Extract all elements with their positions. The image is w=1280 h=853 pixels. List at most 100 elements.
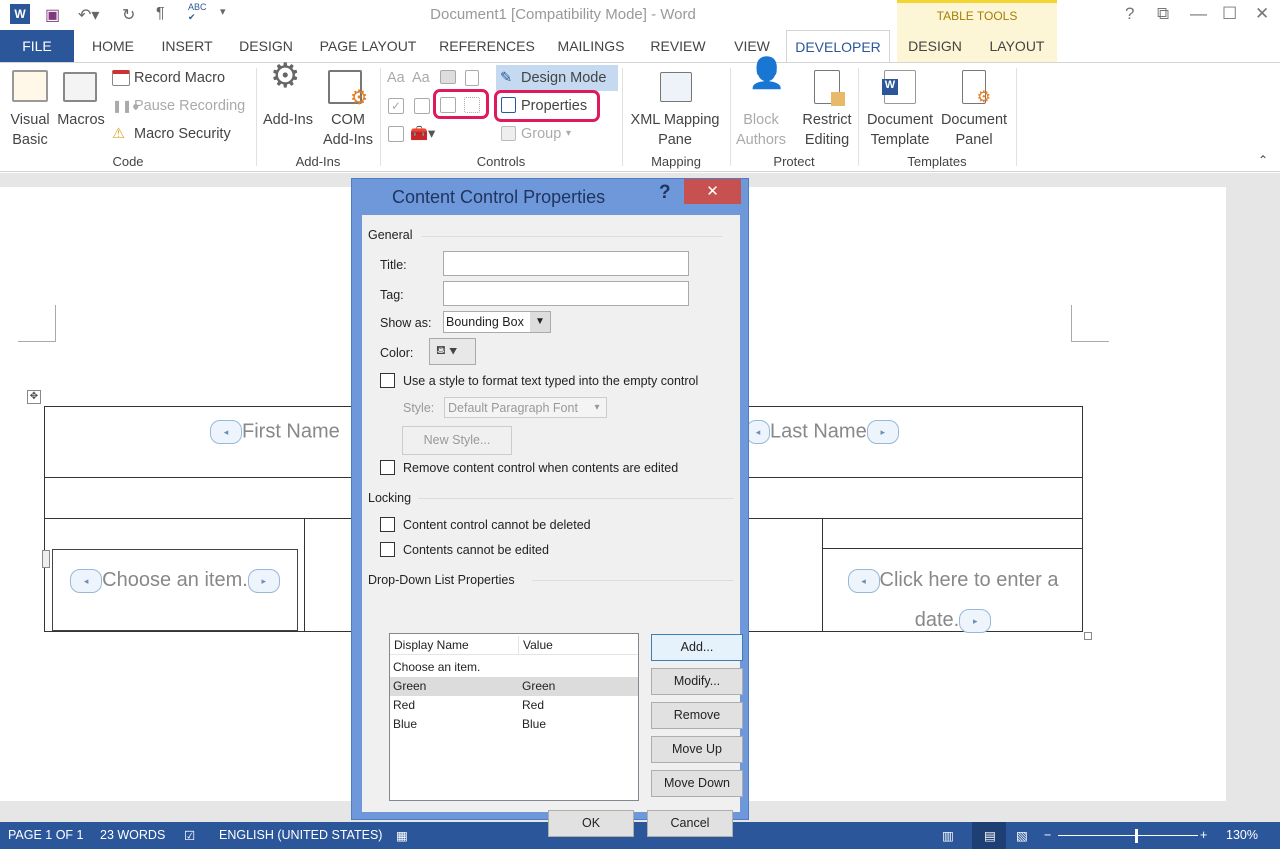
group-button: Group <box>521 126 562 142</box>
dropdown-list-control-icon[interactable] <box>440 97 456 113</box>
date-content-control[interactable]: ◂ Click here to enter a date. ▸ <box>830 560 1076 640</box>
document-panel-icon: ⚙ <box>962 70 991 106</box>
macros-button[interactable]: Macros <box>56 110 106 130</box>
display-name: Choose an item. <box>393 660 481 674</box>
document-template-icon: W <box>882 70 916 104</box>
macro-security-button[interactable]: Macro Security <box>134 124 231 144</box>
properties-icon <box>501 97 516 113</box>
picture-control-icon[interactable] <box>440 70 456 84</box>
column-value[interactable]: Value <box>518 636 553 655</box>
tab-mailings[interactable]: MAILINGS <box>548 30 634 62</box>
combo-box-control-icon[interactable] <box>414 98 430 114</box>
tab-table-layout[interactable]: LAYOUT <box>980 30 1054 62</box>
table-resize-handle[interactable] <box>1084 632 1092 640</box>
tag-input[interactable] <box>443 281 689 306</box>
add-ins-button[interactable]: Add-Ins <box>260 110 316 130</box>
zoom-out-icon[interactable]: − <box>1044 828 1051 842</box>
separator <box>1016 68 1017 166</box>
restrict-editing-button[interactable]: Restrict Editing <box>798 110 856 150</box>
list-item[interactable]: Red Red <box>390 696 638 715</box>
page-count[interactable]: PAGE 1 OF 1 <box>8 828 84 842</box>
move-up-button[interactable]: Move Up <box>651 736 743 763</box>
show-as-select[interactable]: Bounding Box ▼ <box>443 311 551 333</box>
proofing-icon[interactable]: ☑ <box>184 828 195 843</box>
close-icon[interactable]: ✕ <box>1255 4 1269 24</box>
table-move-handle-icon[interactable]: ✥ <box>27 390 41 404</box>
move-down-button[interactable]: Move Down <box>651 770 743 797</box>
color-picker-button[interactable]: ⛾ ▾ <box>429 338 476 365</box>
maximize-icon[interactable]: ☐ <box>1222 4 1237 24</box>
document-template-button[interactable]: Document Template <box>862 110 938 150</box>
language[interactable]: ENGLISH (UNITED STATES) <box>219 828 382 842</box>
zoom-slider-thumb[interactable] <box>1135 829 1138 843</box>
remove-button[interactable]: Remove <box>651 702 743 729</box>
tab-page-layout[interactable]: PAGE LAYOUT <box>310 30 426 62</box>
dropdown-list[interactable]: Display Name Value Choose an item. Green G… <box>389 633 639 801</box>
title-input[interactable] <box>443 251 689 276</box>
macro-recording-icon[interactable]: ▦ <box>396 828 408 843</box>
last-name-control[interactable]: ◂ Last Name ▸ <box>746 420 899 444</box>
show-as-label: Show as: <box>380 316 432 330</box>
tab-references[interactable]: REFERENCES <box>434 30 540 62</box>
cannot-edit-label: Contents cannot be edited <box>403 543 549 557</box>
help-icon[interactable]: ? <box>659 182 671 204</box>
properties-button[interactable]: Properties <box>521 96 587 116</box>
zoom-slider[interactable] <box>1058 835 1198 836</box>
print-layout-icon[interactable]: ▤ <box>984 828 996 843</box>
tab-insert[interactable]: INSERT <box>152 30 222 62</box>
use-style-checkbox[interactable] <box>380 373 395 388</box>
content-control-handle[interactable] <box>42 550 50 568</box>
cannot-delete-checkbox[interactable] <box>380 517 395 532</box>
web-layout-icon[interactable]: ▧ <box>1016 828 1028 843</box>
cannot-edit-checkbox[interactable] <box>380 542 395 557</box>
remove-cc-checkbox[interactable] <box>380 460 395 475</box>
checkbox-control-icon[interactable]: ✓ <box>388 98 404 114</box>
tab-home[interactable]: HOME <box>82 30 144 62</box>
protect-group-label: Protect <box>773 154 815 169</box>
close-icon[interactable]: ✕ <box>684 179 741 204</box>
document-panel-button[interactable]: Document Panel <box>938 110 1010 150</box>
list-item[interactable]: Blue Blue <box>390 715 638 734</box>
first-name-control[interactable]: ◂ First Name <box>210 420 340 444</box>
tab-review[interactable]: REVIEW <box>642 30 714 62</box>
list-item-selected[interactable]: Green Green <box>390 677 638 696</box>
minimize-icon[interactable]: — <box>1190 4 1207 24</box>
date-picker-control-icon[interactable] <box>464 97 480 113</box>
tab-file[interactable]: FILE <box>0 30 74 62</box>
list-item[interactable]: Choose an item. <box>390 658 638 677</box>
general-section: General <box>368 228 413 242</box>
cancel-button[interactable]: Cancel <box>647 810 733 837</box>
ok-button[interactable]: OK <box>548 810 634 837</box>
xml-mapping-pane-button[interactable]: XML Mapping Pane <box>624 110 726 150</box>
plain-text-control-icon[interactable]: Aa <box>412 68 430 88</box>
building-block-control-icon[interactable] <box>465 70 479 86</box>
add-button[interactable]: Add... <box>651 634 743 661</box>
color-label: Color: <box>380 346 414 360</box>
help-icon[interactable]: ? <box>1125 4 1134 24</box>
restrict-editing-icon <box>814 70 845 106</box>
paint-bucket-icon: ⛾ <box>436 343 446 357</box>
record-macro-button[interactable]: Record Macro <box>134 68 225 88</box>
macros-icon <box>63 72 97 102</box>
com-add-ins-button[interactable]: COM Add-Ins <box>320 110 376 150</box>
legacy-tools-icon[interactable]: 🧰▾ <box>410 124 435 144</box>
tab-developer[interactable]: DEVELOPER <box>786 30 890 63</box>
locking-section: Locking <box>368 491 412 505</box>
ribbon-display-icon[interactable]: ⧉ <box>1157 4 1169 24</box>
zoom-in-icon[interactable]: + <box>1200 828 1207 842</box>
repeating-section-icon[interactable] <box>388 126 404 142</box>
chevron-down-icon: ▾ <box>594 402 600 413</box>
modify-button[interactable]: Modify... <box>651 668 743 695</box>
rich-text-control-icon[interactable]: Aa <box>387 68 405 88</box>
column-display-name[interactable]: Display Name <box>394 636 469 655</box>
dropdown-content-control[interactable]: ◂ Choose an item. ▸ <box>60 560 290 600</box>
mapping-group-label: Mapping <box>651 154 701 169</box>
tab-table-design[interactable]: DESIGN <box>898 30 972 62</box>
separator <box>380 68 381 166</box>
separator <box>622 68 623 166</box>
read-mode-icon[interactable]: ▥ <box>942 828 954 843</box>
collapse-ribbon-icon[interactable]: ⌃ <box>1258 150 1268 170</box>
visual-basic-button[interactable]: Visual Basic <box>4 110 56 150</box>
zoom-level[interactable]: 130% <box>1226 828 1258 842</box>
word-count[interactable]: 23 WORDS <box>100 828 165 842</box>
